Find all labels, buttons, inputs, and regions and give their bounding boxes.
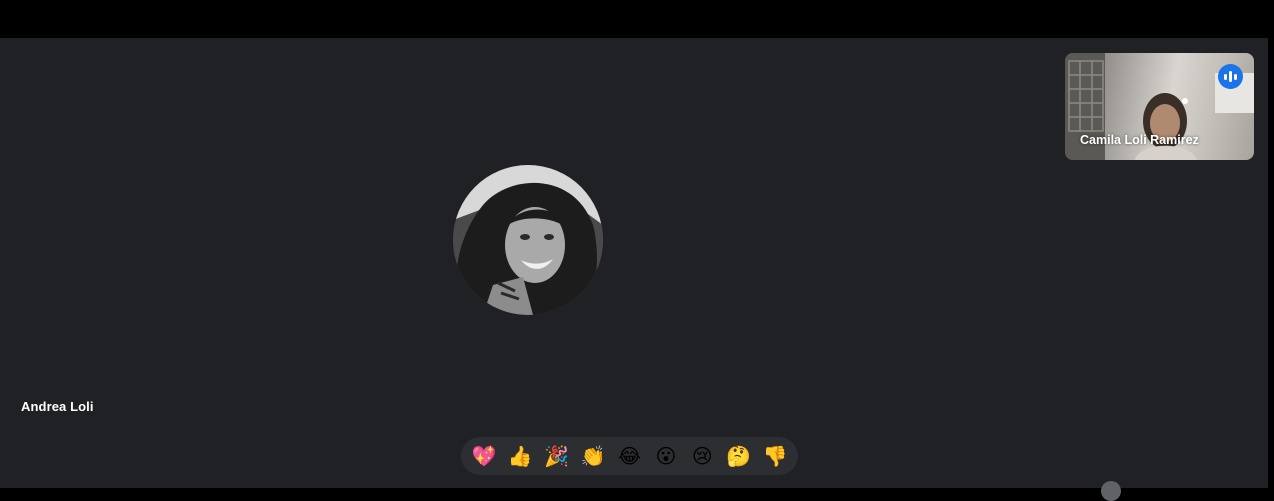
tears-of-joy-icon[interactable]: 😂 [614,440,646,472]
self-view-tile[interactable]: Camila Loli Ramirez [1065,53,1254,160]
thumbs-down-icon[interactable]: 👎 [759,440,791,472]
sparkling-heart-icon[interactable]: 💖 [468,440,500,472]
stage-edge [1268,38,1274,488]
thinking-face-icon[interactable]: 🤔 [723,440,755,472]
sad-face-icon[interactable]: 😢 [686,440,718,472]
participant-name: Andrea Loli [21,399,94,414]
surprised-face-icon[interactable]: 😮 [650,440,682,472]
reaction-bar: 💖 👍 🎉 👏 😂 😮 😢 🤔 👎 [461,437,798,475]
participant-avatar [453,165,603,315]
participant-photo-avatar [453,165,603,315]
party-popper-icon[interactable]: 🎉 [541,440,573,472]
audio-level-icon [1218,64,1243,89]
thumbs-up-icon[interactable]: 👍 [504,440,536,472]
top-bar [0,0,1274,38]
self-view-name: Camila Loli Ramirez [1080,133,1199,147]
partial-control-icon[interactable] [1101,481,1121,501]
clapping-hands-icon[interactable]: 👏 [577,440,609,472]
